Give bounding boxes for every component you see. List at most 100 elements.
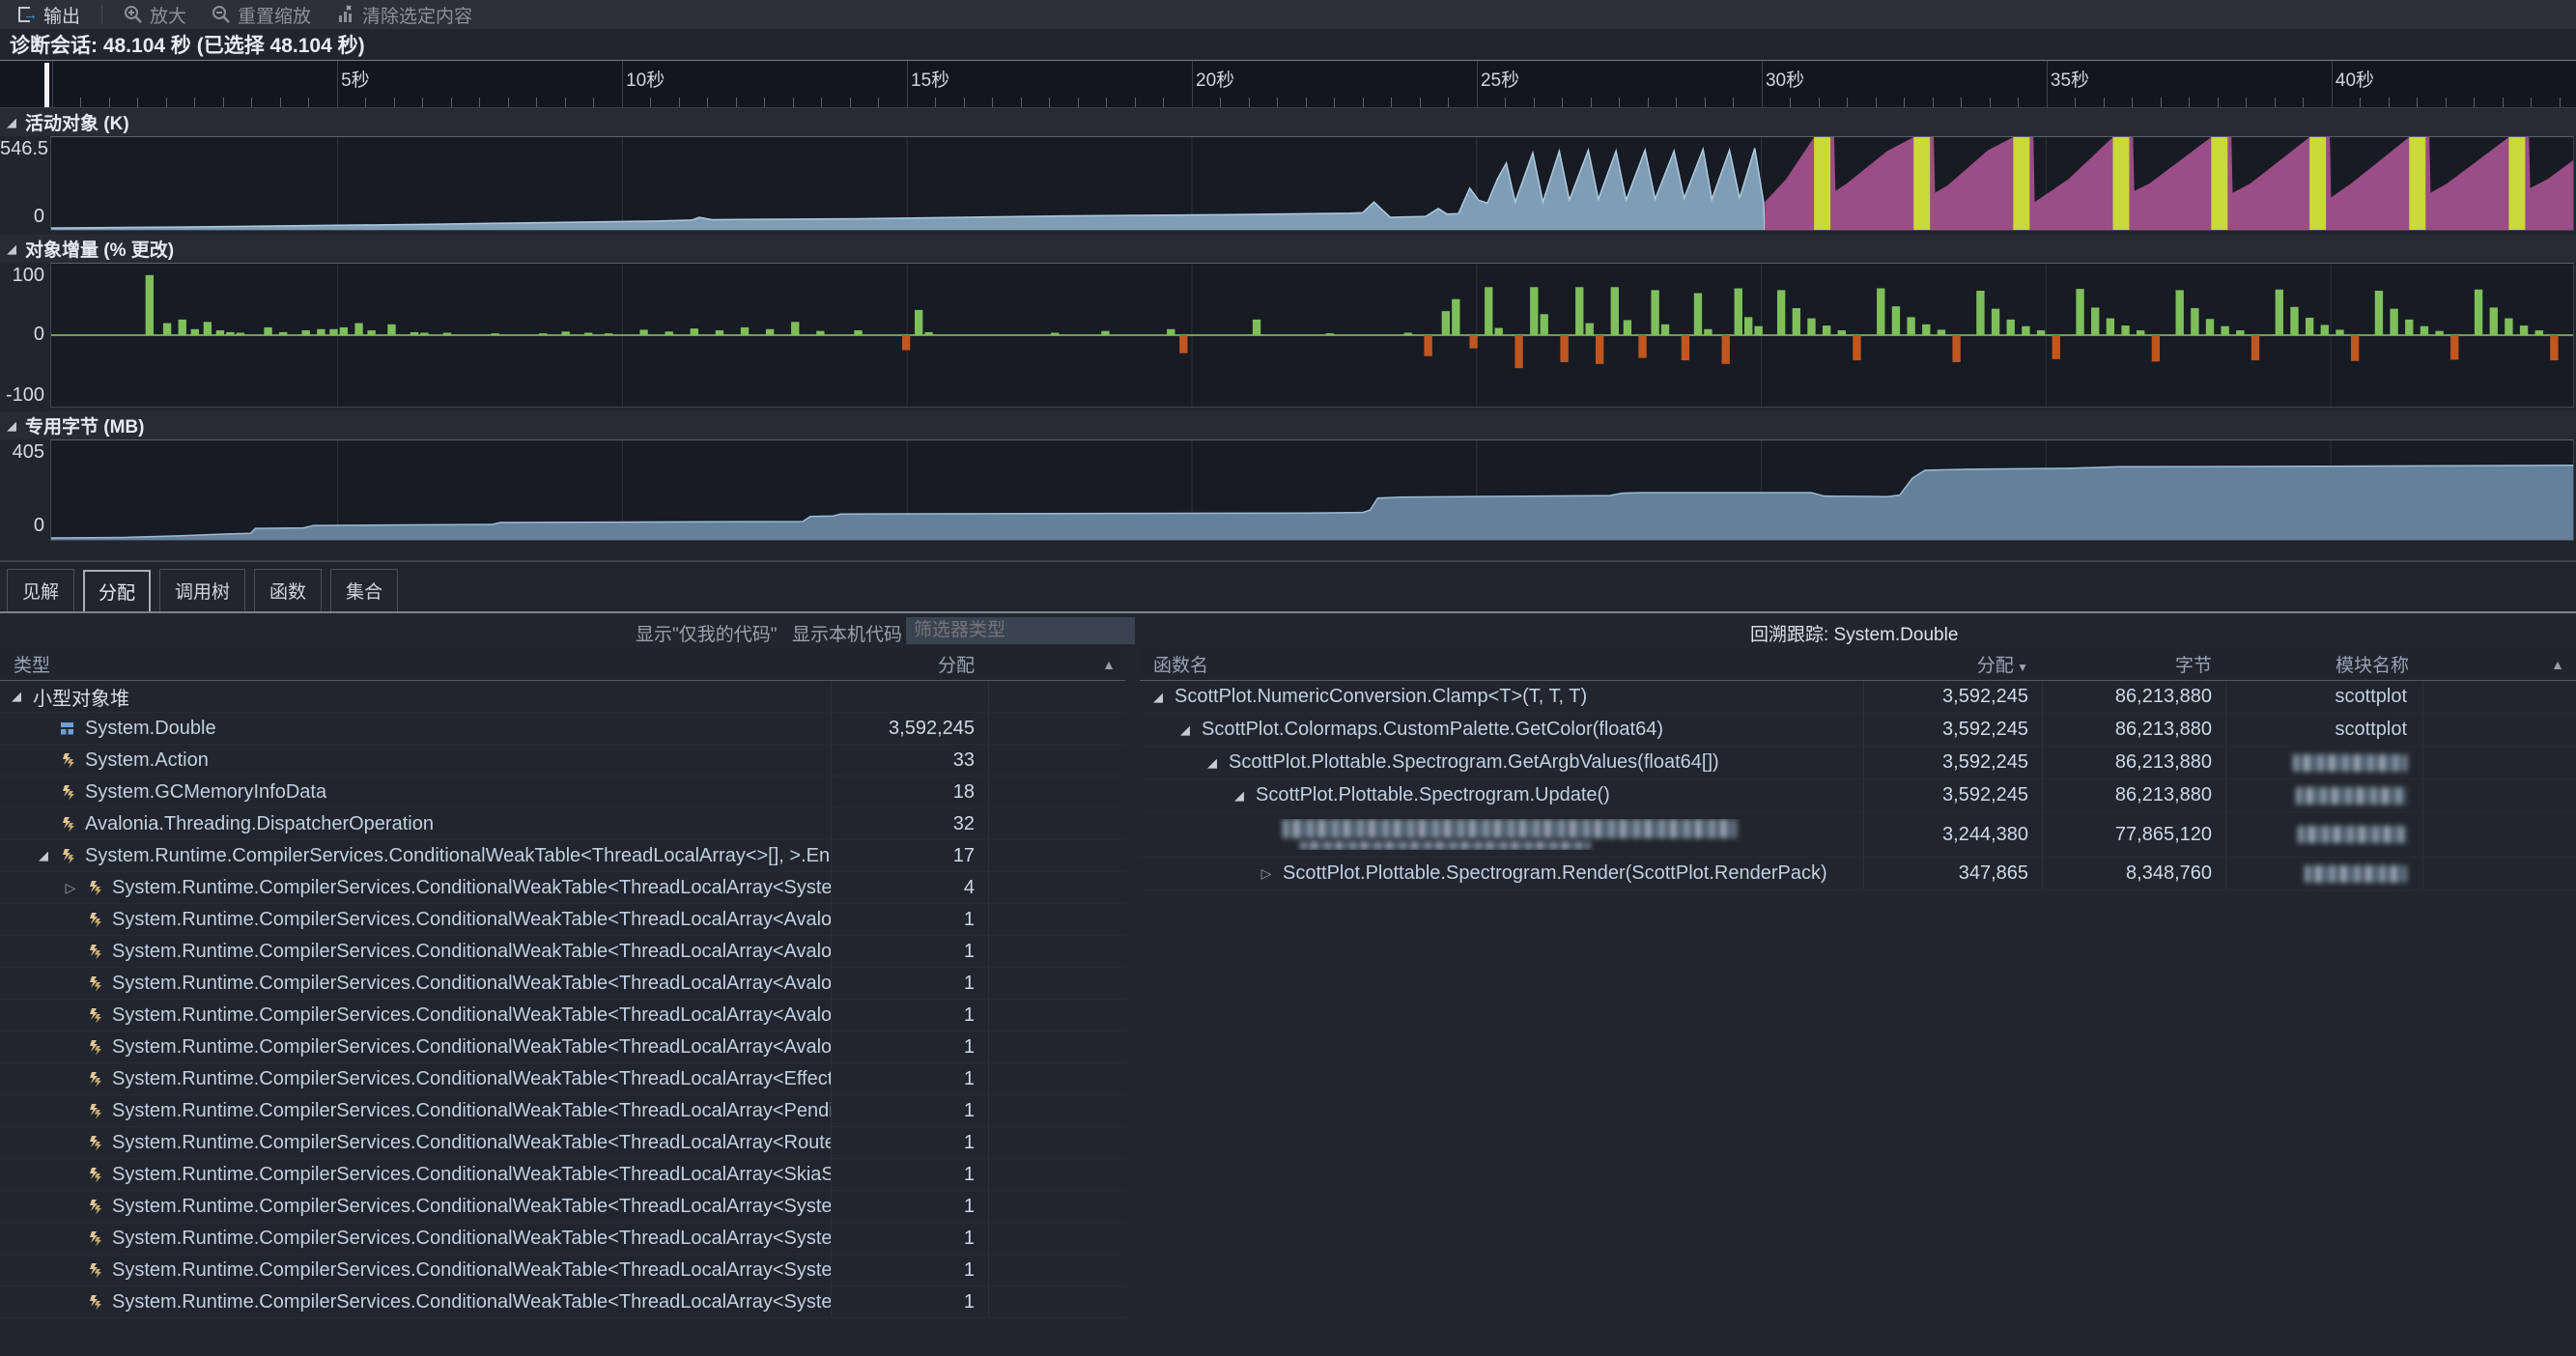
type-row[interactable]: System.Runtime.CompilerServices.Conditio… <box>0 904 1125 936</box>
function-row[interactable]: ◢ScottPlot.Colormaps.CustomPalette.GetCo… <box>1140 714 2576 747</box>
ruler-minor-tick <box>1819 98 1820 107</box>
function-row[interactable]: ◢ScottPlot.Plottable.Spectrogram.GetArgb… <box>1140 747 2576 779</box>
chart-object-delta-plot[interactable] <box>50 263 2574 408</box>
bytes-col-header[interactable]: 字节 <box>2042 651 2225 677</box>
ruler-minor-tick <box>679 98 680 107</box>
tab-collections[interactable]: 集合 <box>330 569 398 611</box>
tab-functions[interactable]: 函数 <box>254 569 322 611</box>
type-name-label: System.Runtime.CompilerServices.Conditio… <box>112 941 831 963</box>
function-row[interactable]: 3,244,38077,865,120 <box>1140 812 2576 858</box>
ruler-minor-tick <box>2303 98 2304 107</box>
ruler-minor-tick <box>1847 98 1848 107</box>
ruler-tick-label: 30秒 <box>1762 66 1804 92</box>
expander-expanded-icon[interactable]: ◢ <box>8 689 25 704</box>
type-row[interactable]: System.Runtime.CompilerServices.Conditio… <box>0 1255 1125 1286</box>
module-col-header[interactable]: 模块名称 <box>2225 651 2422 677</box>
type-alloc-value: 1 <box>831 936 988 967</box>
row-filler <box>988 1095 1125 1126</box>
type-row[interactable]: ▷System.Runtime.CompilerServices.Conditi… <box>0 872 1125 904</box>
type-name-cell: System.Runtime.CompilerServices.Conditio… <box>0 1004 831 1027</box>
collapse-triangle-icon[interactable]: ◢ <box>7 419 16 432</box>
class-type-icon <box>87 1071 104 1088</box>
chart-private-bytes-header[interactable]: ◢ 专用字节 (MB) <box>0 411 2576 439</box>
type-row[interactable]: ◢System.Runtime.CompilerServices.Conditi… <box>0 840 1125 872</box>
function-alloc-value: 3,592,245 <box>1863 747 2042 778</box>
ruler-minor-tick <box>1049 98 1050 107</box>
tab-insights[interactable]: 见解 <box>7 569 74 611</box>
chart-live-objects-plot[interactable] <box>50 136 2574 231</box>
reset-zoom-label: 重置缩放 <box>238 2 311 28</box>
type-row[interactable]: System.Runtime.CompilerServices.Conditio… <box>0 1191 1125 1223</box>
row-filler <box>988 1223 1125 1254</box>
chart-object-delta-header[interactable]: ◢ 对象增量 (% 更改) <box>0 235 2576 263</box>
clear-selection-button[interactable]: 清除选定内容 <box>328 0 480 29</box>
reset-zoom-button[interactable]: 重置缩放 <box>204 0 319 29</box>
type-row[interactable]: System.Runtime.CompilerServices.Conditio… <box>0 968 1125 1000</box>
expander-expanded-icon[interactable]: ◢ <box>1149 690 1167 705</box>
type-name-label: System.Runtime.CompilerServices.Conditio… <box>112 1291 831 1314</box>
tab-allocations[interactable]: 分配 <box>83 570 151 611</box>
type-alloc-value: 32 <box>831 808 988 839</box>
function-name-col-header[interactable]: 函数名 <box>1140 651 1863 677</box>
type-row[interactable]: System.Runtime.CompilerServices.Conditio… <box>0 1095 1125 1127</box>
ruler-minor-tick <box>2275 98 2276 107</box>
type-row[interactable]: System.Runtime.CompilerServices.Conditio… <box>0 936 1125 968</box>
alloc-col-header[interactable]: 分配 <box>831 651 988 677</box>
type-row[interactable]: System.Runtime.CompilerServices.Conditio… <box>0 1159 1125 1191</box>
tab-call-tree[interactable]: 调用树 <box>159 569 245 611</box>
timeline-cursor[interactable] <box>44 63 49 107</box>
type-name-cell: System.Runtime.CompilerServices.Conditio… <box>0 1132 831 1154</box>
alloc-col-header-right[interactable]: 分配 ▼ <box>1863 651 2042 677</box>
native-code-toggle[interactable]: 显示本机代码 <box>792 620 902 646</box>
ruler-minor-tick <box>2132 98 2133 107</box>
type-row[interactable]: System.Action33 <box>0 745 1125 777</box>
ruler-minor-tick <box>2446 98 2447 107</box>
collapse-triangle-icon[interactable]: ◢ <box>7 116 16 128</box>
type-name-label: System.Double <box>85 718 216 740</box>
row-filler <box>988 840 1125 871</box>
filter-type-input[interactable] <box>906 617 1135 644</box>
functions-table-scroll-up-icon[interactable]: ▲ <box>2551 657 2564 672</box>
collapse-triangle-icon[interactable]: ◢ <box>7 242 16 255</box>
expander-expanded-icon[interactable]: ◢ <box>1231 788 1248 804</box>
expander-collapsed-icon[interactable]: ▷ <box>1258 865 1275 882</box>
function-alloc-value: 3,244,380 <box>1863 812 2042 857</box>
ruler-minor-tick <box>1363 98 1364 107</box>
chart-live-objects-header[interactable]: ◢ 活动对象 (K) <box>0 108 2576 136</box>
type-row[interactable]: System.Runtime.CompilerServices.Conditio… <box>0 1286 1125 1318</box>
type-row[interactable]: ◢小型对象堆 <box>0 681 1125 713</box>
expander-expanded-icon[interactable]: ◢ <box>1203 755 1221 771</box>
type-row[interactable]: System.Runtime.CompilerServices.Conditio… <box>0 1000 1125 1031</box>
just-my-code-toggle[interactable]: 显示"仅我的代码" <box>636 620 778 646</box>
type-row[interactable]: System.Runtime.CompilerServices.Conditio… <box>0 1063 1125 1095</box>
type-alloc-value: 3,592,245 <box>831 713 988 744</box>
ruler-minor-tick <box>764 98 765 107</box>
expander-expanded-icon[interactable]: ◢ <box>35 848 52 863</box>
type-row[interactable]: System.GCMemoryInfoData18 <box>0 777 1125 808</box>
type-alloc-value: 4 <box>831 872 988 903</box>
chart-private-bytes-plot[interactable] <box>50 439 2574 541</box>
expander-collapsed-icon[interactable]: ▷ <box>62 880 79 896</box>
type-row[interactable]: System.Runtime.CompilerServices.Conditio… <box>0 1223 1125 1255</box>
ruler-minor-tick <box>280 98 281 107</box>
types-col-header[interactable]: 类型 <box>0 651 831 677</box>
expander-expanded-icon[interactable]: ◢ <box>1176 722 1194 738</box>
row-filler <box>988 1127 1125 1158</box>
type-row[interactable]: Avalonia.Threading.DispatcherOperation32 <box>0 808 1125 840</box>
type-row[interactable]: System.Double 3,592,245 <box>0 713 1125 745</box>
function-row[interactable]: ◢ScottPlot.NumericConversion.Clamp<T>(T,… <box>1140 681 2576 714</box>
ruler-tick-label: 25秒 <box>1477 66 1519 92</box>
type-name-label: System.Runtime.CompilerServices.Conditio… <box>112 1132 831 1154</box>
ruler-minor-tick <box>1562 98 1563 107</box>
time-ruler[interactable]: 5秒10秒15秒20秒25秒30秒35秒40秒 <box>0 60 2576 108</box>
ruler-minor-tick <box>935 98 936 107</box>
reset-zoom-icon <box>212 5 231 24</box>
output-button[interactable]: → 输出 <box>10 0 88 29</box>
function-row[interactable]: ▷ScottPlot.Plottable.Spectrogram.Render(… <box>1140 858 2576 890</box>
type-row[interactable]: System.Runtime.CompilerServices.Conditio… <box>0 1031 1125 1063</box>
type-row[interactable]: System.Runtime.CompilerServices.Conditio… <box>0 1127 1125 1159</box>
types-table-scroll-up-icon[interactable]: ▲ <box>1102 657 1116 672</box>
function-row[interactable]: ◢ScottPlot.Plottable.Spectrogram.Update(… <box>1140 779 2576 812</box>
row-filler <box>988 1191 1125 1222</box>
zoom-in-button[interactable]: 放大 <box>116 0 194 29</box>
